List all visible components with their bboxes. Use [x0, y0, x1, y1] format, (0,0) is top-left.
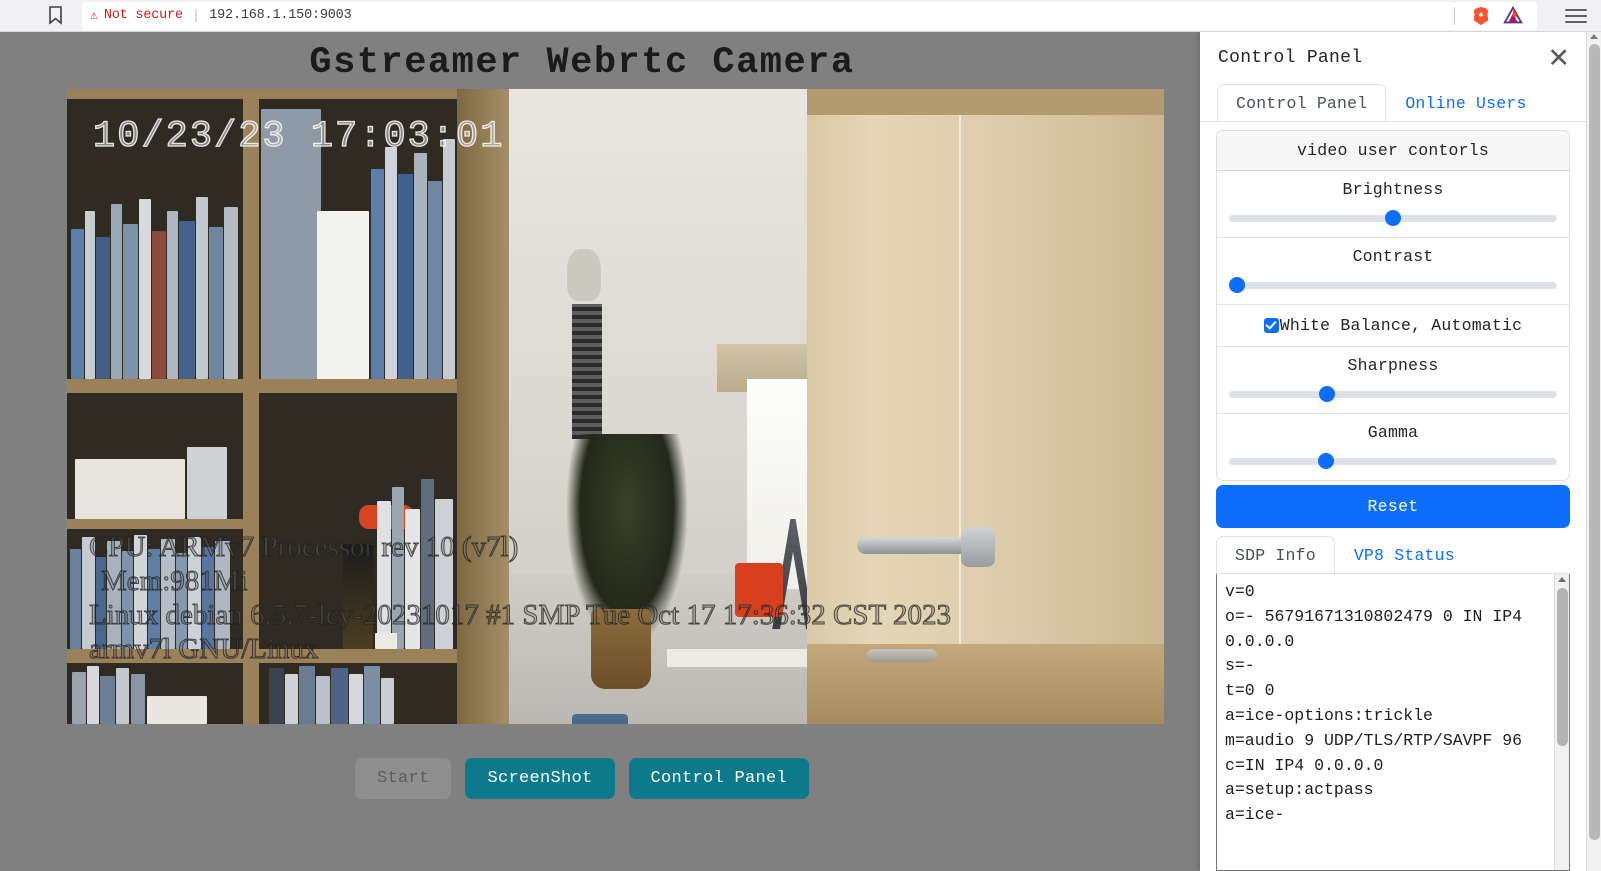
menu-line-1	[1565, 8, 1587, 11]
tab-control-panel[interactable]: Control Panel	[1217, 84, 1387, 122]
screenshot-button[interactable]: ScreenShot	[465, 758, 615, 799]
blue-bucket	[572, 714, 628, 724]
door-handle-base	[961, 527, 995, 567]
bookmark-glyph	[48, 6, 62, 25]
brightness-slider[interactable]	[1229, 210, 1557, 226]
url-text: 192.168.1.150:9003	[209, 8, 352, 23]
page-scrollbar[interactable]	[1586, 32, 1601, 871]
shelf-frame-1	[67, 379, 457, 393]
overlay-line-cpu: CPU: ARMv7 Processor rev 10 (v7l)	[89, 531, 519, 564]
video-controls-card: video user contorls Brightness Contrast	[1216, 130, 1570, 481]
control-panel-tabs: Control Panel Online Users	[1200, 84, 1586, 122]
sdp-text: v=0 o=- 56791671310802479 0 IN IP4 0.0.0…	[1225, 582, 1523, 825]
hallway-ornament	[567, 249, 601, 301]
gamma-control: Gamma	[1217, 414, 1569, 480]
white-balance-label: White Balance, Automatic	[1279, 316, 1523, 335]
start-button[interactable]: Start	[354, 758, 452, 799]
wall-art	[572, 304, 602, 439]
brave-lion-icon[interactable]	[1470, 5, 1492, 27]
gamma-label: Gamma	[1367, 423, 1419, 442]
page-scrollbar-thumb[interactable]	[1589, 44, 1600, 840]
shelf-frame-3	[67, 519, 243, 529]
slider-track	[1229, 391, 1557, 398]
page-content: Gstreamer Webrtc Camera 10/23/23 17:03:0…	[0, 32, 1601, 871]
sharpness-slider[interactable]	[1229, 386, 1557, 402]
sdp-scrollbar[interactable]	[1554, 574, 1569, 870]
video-timestamp-overlay: 10/23/23 17:03:01	[92, 115, 505, 158]
contrast-label: Contrast	[1352, 247, 1434, 266]
slider-thumb[interactable]	[1229, 277, 1246, 293]
sharpness-label: Sharpness	[1347, 356, 1439, 375]
slider-thumb[interactable]	[1317, 453, 1334, 469]
contrast-control: Contrast	[1217, 238, 1569, 305]
tab-online-users[interactable]: Online Users	[1386, 84, 1545, 122]
white-balance-row: White Balance, Automatic	[1217, 305, 1569, 347]
tab-sdp-info[interactable]: SDP Info	[1216, 536, 1335, 574]
control-panel-drawer: Control Panel ✕ Control Panel Online Use…	[1200, 32, 1586, 871]
sdp-tabs: SDP Info VP8 Status	[1200, 536, 1586, 574]
brightness-control: Brightness	[1217, 171, 1569, 238]
scroll-up-arrow-icon[interactable]	[1590, 34, 1598, 39]
brave-bat-triangle-icon[interactable]	[1502, 5, 1524, 27]
page-title: Gstreamer Webrtc Camera	[309, 42, 855, 84]
shelf-cell	[67, 393, 243, 519]
door-top-trim	[807, 89, 1164, 115]
sdp-scrollbar-thumb[interactable]	[1557, 588, 1568, 746]
menu-line-2	[1565, 14, 1587, 17]
overlay-line-arch: armv7l GNU/Linux	[89, 633, 320, 666]
video-controls-card-title: video user contorls	[1217, 131, 1569, 171]
security-status-label: Not secure	[103, 8, 183, 23]
sharpness-control: Sharpness	[1217, 347, 1569, 414]
scroll-up-arrow-icon[interactable]	[1558, 577, 1566, 582]
slider-track	[1229, 282, 1557, 289]
reset-button[interactable]: Reset	[1216, 485, 1570, 528]
control-panel-body: video user contorls Brightness Contrast	[1200, 122, 1586, 528]
gamma-slider[interactable]	[1229, 453, 1557, 469]
control-panel-header: Control Panel ✕	[1200, 32, 1586, 84]
contrast-slider[interactable]	[1229, 277, 1557, 293]
sdp-info-textarea[interactable]: v=0 o=- 56791671310802479 0 IN IP4 0.0.0…	[1216, 574, 1570, 871]
overlay-line-mem: Mem:981Mi	[101, 565, 249, 598]
slider-track	[1229, 458, 1557, 465]
slider-thumb[interactable]	[1385, 210, 1401, 226]
url-divider: |	[191, 7, 201, 24]
hamburger-menu-icon[interactable]	[1565, 8, 1587, 23]
overlay-line-kernel: Linux debian 6.5.7-lcy-20231017 #1 SMP T…	[89, 599, 952, 632]
warning-triangle-icon: ⚠	[90, 8, 98, 23]
shelf-cell	[259, 663, 457, 724]
browser-toolbar: ⚠ Not secure | 192.168.1.150:9003	[0, 0, 1601, 32]
shelf-frame-top	[67, 89, 457, 99]
brightness-label: Brightness	[1342, 180, 1444, 199]
video-player[interactable]: 10/23/23 17:03:01 CPU: ARMv7 Processor r…	[67, 89, 1164, 724]
control-panel-button[interactable]: Control Panel	[628, 758, 810, 799]
video-button-row: Start ScreenShot Control Panel	[0, 758, 1164, 799]
video-system-info-overlay: CPU: ARMv7 Processor rev 10 (v7l) Mem:98…	[89, 530, 952, 666]
bookmark-icon[interactable]	[38, 6, 72, 25]
menu-line-3	[1565, 20, 1587, 23]
toolbar-divider	[1454, 6, 1455, 25]
address-bar[interactable]: ⚠ Not secure | 192.168.1.150:9003	[82, 1, 1537, 30]
shelf-cell	[67, 663, 243, 724]
control-panel-title: Control Panel	[1218, 48, 1363, 68]
tab-vp8-status[interactable]: VP8 Status	[1335, 536, 1474, 574]
close-icon[interactable]: ✕	[1547, 44, 1570, 72]
slider-thumb[interactable]	[1319, 386, 1336, 402]
white-balance-checkbox[interactable]	[1263, 318, 1279, 333]
